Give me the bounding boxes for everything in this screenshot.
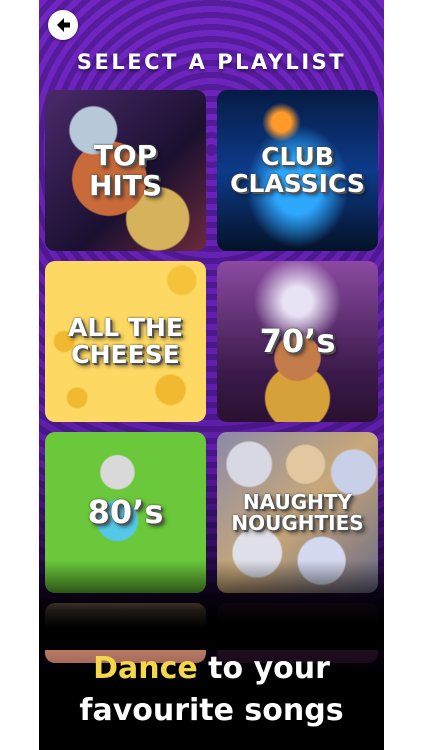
app-screen: SELECT A PLAYLIST TOP HITS CLUB CLASSICS A… — [39, 0, 384, 750]
tagline-line1: to your — [197, 651, 330, 686]
tagline-line2: favourite songs — [79, 693, 344, 728]
playlist-tile-club-classics[interactable]: CLUB CLASSICS — [217, 90, 378, 251]
playlist-label: NAUGHTY NOUGHTIES — [231, 489, 364, 535]
playlist-label: 70’s — [259, 321, 336, 360]
back-arrow-icon — [57, 18, 70, 32]
playlist-label: ALL THE CHEESE — [68, 313, 183, 369]
bottom-fade — [39, 560, 384, 650]
playlist-tile-top-hits[interactable]: TOP HITS — [45, 90, 206, 251]
playlist-label: TOP HITS — [88, 139, 163, 202]
back-button[interactable] — [48, 10, 78, 40]
page-title: SELECT A PLAYLIST — [76, 50, 347, 74]
tagline-highlight: Dance — [93, 651, 198, 686]
playlist-tile-70s[interactable]: 70’s — [217, 261, 378, 422]
playlist-label: CLUB CLASSICS — [230, 142, 365, 198]
playlist-label: 80’s — [87, 492, 164, 531]
playlist-tile-all-the-cheese[interactable]: ALL THE CHEESE — [45, 261, 206, 422]
promo-tagline: Dance to your favourite songs — [39, 648, 384, 732]
